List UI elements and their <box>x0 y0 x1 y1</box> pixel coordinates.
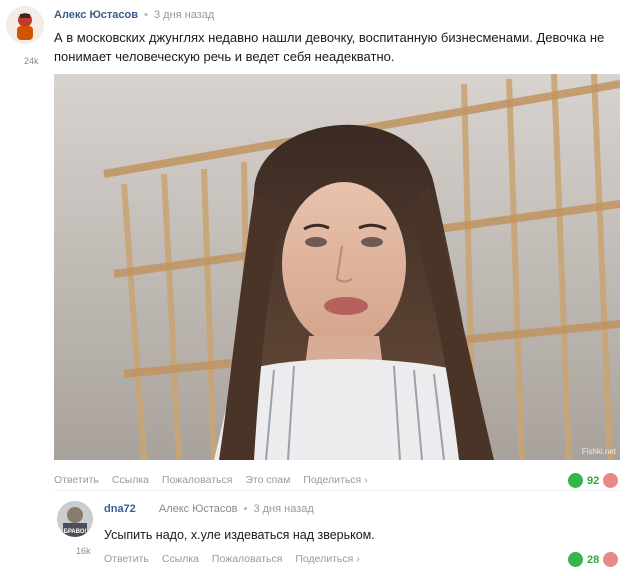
spam-link[interactable]: Это спам <box>245 474 290 486</box>
post-actions: Ответить Ссылка Пожаловаться Это спам По… <box>54 474 378 486</box>
post-header: Алекс Юстасов • 3 дня назад <box>54 9 214 21</box>
post-image[interactable]: Fishki.net <box>54 74 620 460</box>
vote-down-icon[interactable] <box>603 473 619 488</box>
reply-link[interactable]: Ответить <box>104 553 149 565</box>
reply-author-karma: 16k <box>76 546 91 556</box>
avatar-icon: БРАВО! <box>57 501 93 537</box>
reply-votes: 28 <box>568 552 619 567</box>
reply-text: Усыпить надо, х.уле издеваться над зверь… <box>104 528 375 542</box>
post-text: А в московских джунглях недавно нашли де… <box>54 30 605 64</box>
permalink-link[interactable]: Ссылка <box>112 474 149 486</box>
author-avatar[interactable] <box>6 6 44 44</box>
reply-author-name[interactable]: dna72 <box>104 503 136 515</box>
report-link[interactable]: Пожаловаться <box>162 474 233 486</box>
post-votes: 92 <box>568 473 619 488</box>
vote-down-icon[interactable] <box>603 552 619 567</box>
permalink-link[interactable]: Ссылка <box>162 553 199 565</box>
reply-header: dna72 Алекс Юстасов • 3 дня назад <box>104 503 314 515</box>
post-time[interactable]: 3 дня назад <box>154 9 214 21</box>
avatar-caption: БРАВО! <box>64 529 87 535</box>
vote-up-icon[interactable] <box>568 473 583 488</box>
reply-to-name[interactable]: Алекс Юстасов <box>159 503 238 515</box>
reply-author-avatar[interactable]: БРАВО! <box>57 501 93 537</box>
reply-actions: Ответить Ссылка Пожаловаться Поделиться … <box>104 553 370 565</box>
reply-score: 28 <box>587 553 600 566</box>
avatar-icon <box>6 6 44 44</box>
author-karma: 24k <box>24 56 39 66</box>
image-watermark: Fishki.net <box>581 447 616 456</box>
vote-up-icon[interactable] <box>568 552 583 567</box>
separator-dot: • <box>243 503 248 515</box>
reply-link[interactable]: Ответить <box>54 474 99 486</box>
divider <box>54 490 620 491</box>
post-score: 92 <box>587 474 600 487</box>
share-link[interactable]: Поделиться › <box>303 474 367 486</box>
author-name[interactable]: Алекс Юстасов <box>54 9 138 21</box>
report-link[interactable]: Пожаловаться <box>212 553 283 565</box>
courtroom-photo <box>54 74 620 460</box>
separator-dot: • <box>144 9 148 21</box>
share-link[interactable]: Поделиться › <box>295 553 359 565</box>
reply-time[interactable]: 3 дня назад <box>253 503 313 515</box>
